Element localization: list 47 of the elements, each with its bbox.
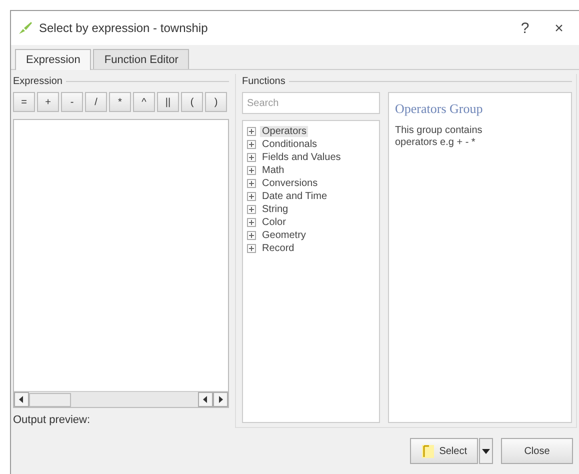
- operator-button[interactable]: ||: [157, 92, 179, 112]
- expand-icon[interactable]: [247, 127, 256, 136]
- operator-button[interactable]: -: [61, 92, 83, 112]
- expand-icon[interactable]: [247, 192, 256, 201]
- tree-item[interactable]: Operators: [260, 126, 308, 137]
- operator-button[interactable]: /: [85, 92, 107, 112]
- help-button[interactable]: ?: [511, 20, 539, 36]
- group-label: Functions: [242, 76, 286, 86]
- close-button[interactable]: ×: [545, 20, 573, 36]
- expand-icon[interactable]: [247, 205, 256, 214]
- operator-button[interactable]: *: [109, 92, 131, 112]
- expand-icon[interactable]: [247, 218, 256, 227]
- tree-item[interactable]: Conditionals: [260, 139, 320, 150]
- expand-icon[interactable]: [247, 179, 256, 188]
- caret-icon: [482, 448, 490, 454]
- tree-item[interactable]: Color: [260, 217, 288, 228]
- tree-item[interactable]: Fields and Values: [260, 152, 343, 163]
- output-preview-label: Output preview:: [13, 413, 92, 428]
- operator-button[interactable]: (: [181, 92, 203, 112]
- help-title: Operators Group: [395, 101, 484, 117]
- tree-item[interactable]: String: [260, 204, 290, 215]
- operator-button[interactable]: ^: [133, 92, 155, 112]
- expand-icon[interactable]: [247, 244, 256, 253]
- operator-button[interactable]: =: [13, 92, 35, 112]
- window-title: Select by expression - township: [39, 21, 209, 35]
- expand-icon[interactable]: [247, 153, 256, 162]
- tree-item[interactable]: Geometry: [260, 230, 308, 241]
- tree-item[interactable]: Record: [260, 243, 296, 254]
- close-button[interactable]: Close: [501, 438, 573, 464]
- expand-icon[interactable]: [247, 140, 256, 149]
- expand-icon[interactable]: [247, 231, 256, 240]
- horizontal-scrollbar[interactable]: [14, 391, 228, 407]
- operator-button[interactable]: ): [205, 92, 227, 112]
- operator-button[interactable]: +: [37, 92, 59, 112]
- select-icon: [421, 443, 436, 459]
- tab[interactable]: Expression: [15, 49, 92, 70]
- select-button[interactable]: Select: [410, 438, 478, 464]
- tree-item[interactable]: Date and Time: [260, 191, 330, 202]
- expand-icon[interactable]: [247, 166, 256, 175]
- dropdown-button[interactable]: [479, 438, 493, 464]
- group-label: Expression: [13, 76, 62, 86]
- search-field[interactable]: Search: [242, 92, 380, 114]
- tab[interactable]: Function Editor: [93, 49, 190, 69]
- brush-icon: [17, 20, 33, 36]
- help-text: This group contains operators e.g + - *: [395, 125, 484, 149]
- tree-item[interactable]: Math: [260, 165, 286, 176]
- tree-item[interactable]: Conversions: [260, 178, 320, 189]
